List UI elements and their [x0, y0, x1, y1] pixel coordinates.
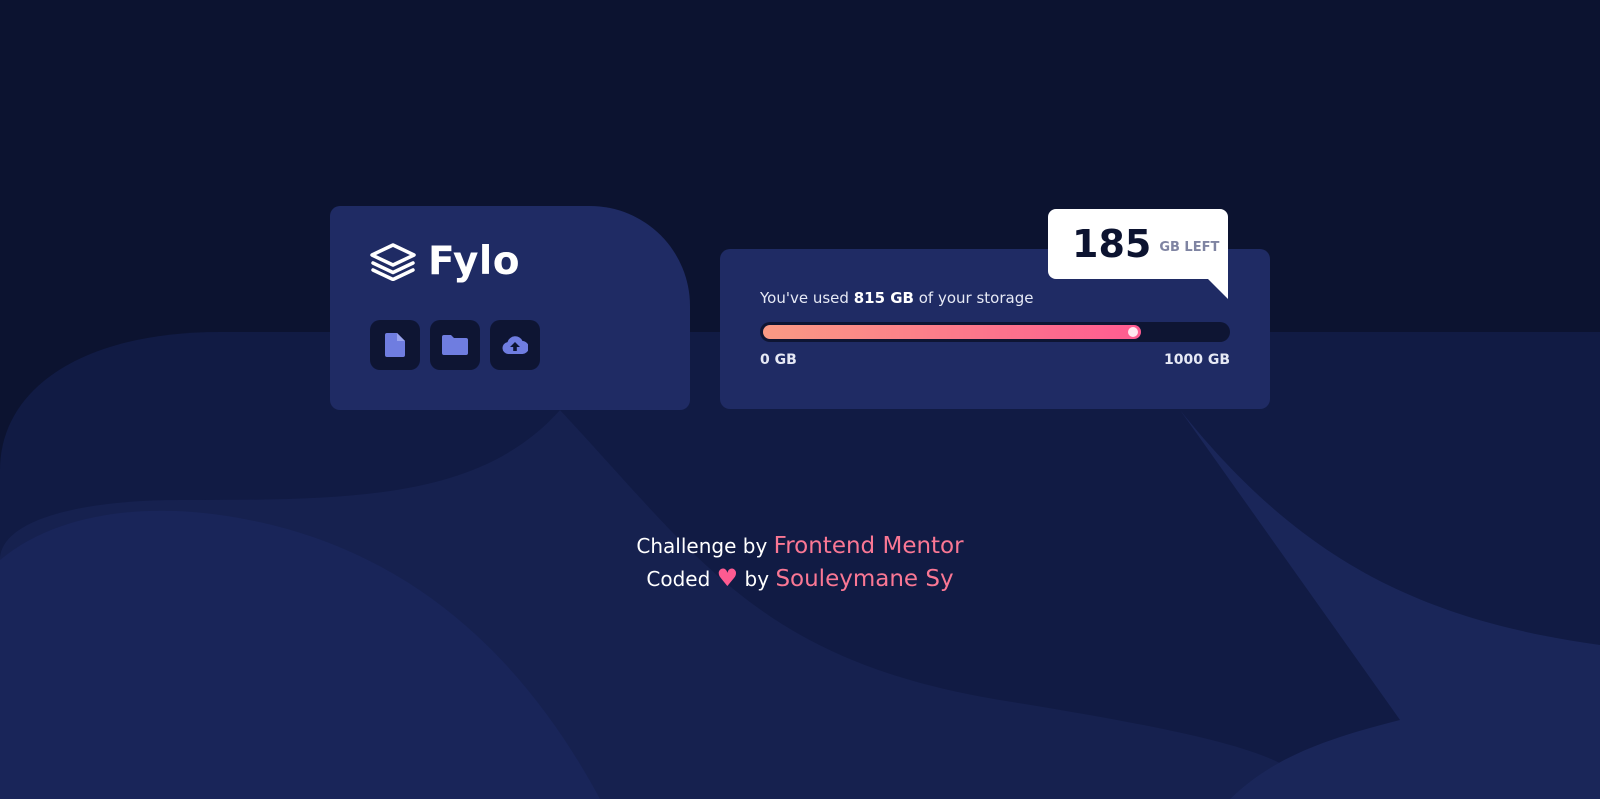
layers-icon	[370, 242, 416, 281]
file-button[interactable]	[370, 320, 420, 370]
heart-icon: ♥	[716, 564, 739, 592]
coded-line: Coded ♥ by Souleymane Sy	[0, 562, 1600, 595]
toolbar	[370, 320, 540, 370]
storage-progress-bar	[760, 322, 1230, 342]
upload-button[interactable]	[490, 320, 540, 370]
usage-prefix: You've used	[760, 289, 854, 307]
remaining-unit: GB LEFT	[1159, 239, 1220, 255]
cloud-upload-icon	[502, 336, 528, 354]
logo: Fylo	[370, 242, 520, 281]
used-amount: 815 GB	[853, 289, 914, 307]
storage-progress-fill	[763, 325, 1141, 339]
folder-icon	[442, 335, 468, 355]
coded-prefix: Coded	[646, 567, 717, 591]
file-icon	[385, 333, 405, 357]
author-link[interactable]: Souleymane Sy	[775, 566, 953, 592]
remaining-callout: 185 GB LEFT	[1048, 209, 1228, 299]
challenge-prefix: Challenge by	[636, 534, 774, 558]
progress-knob	[1128, 327, 1138, 337]
scale-max-label: 1000 GB	[1163, 352, 1230, 368]
usage-suffix: of your storage	[913, 289, 1034, 307]
coded-by: by	[738, 567, 776, 591]
frontend-mentor-link[interactable]: Frontend Mentor	[774, 533, 964, 559]
usage-summary: You've used 815 GB of your storage	[760, 289, 1033, 307]
scale-min-label: 0 GB	[760, 352, 797, 368]
brand-card: Fylo	[330, 206, 690, 410]
folder-button[interactable]	[430, 320, 480, 370]
page-background: Fylo You've used 815 GB of your storage …	[0, 0, 1600, 799]
attribution: Challenge by Frontend Mentor Coded ♥ by …	[0, 530, 1600, 595]
challenge-line: Challenge by Frontend Mentor	[0, 530, 1600, 562]
remaining-value: 185	[1072, 222, 1152, 266]
brand-name: Fylo	[428, 239, 521, 284]
